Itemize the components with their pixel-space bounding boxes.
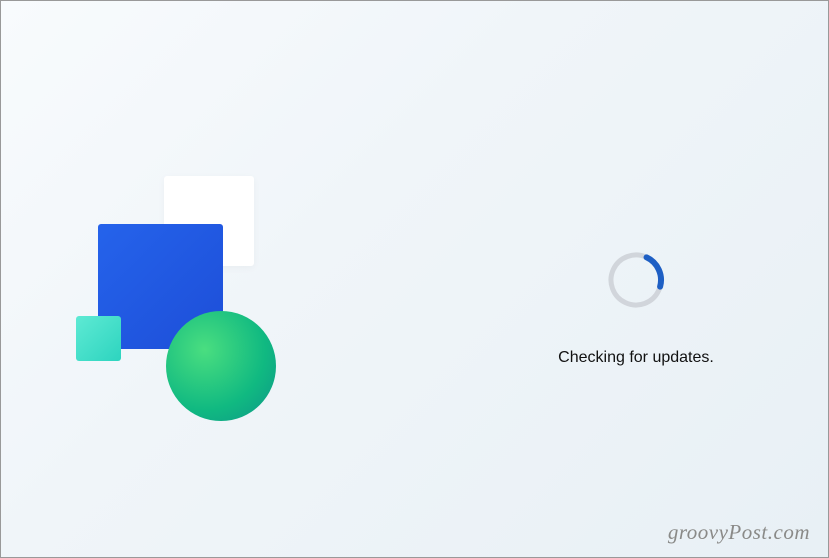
teal-small-square-icon <box>76 316 121 361</box>
watermark-text: groovyPost.com <box>668 520 810 545</box>
update-status-section: Checking for updates. <box>506 251 766 367</box>
decorative-shapes-group <box>76 176 326 426</box>
loading-spinner-icon <box>607 251 665 309</box>
teal-circle-icon <box>166 311 276 421</box>
update-status-text: Checking for updates. <box>558 349 714 367</box>
